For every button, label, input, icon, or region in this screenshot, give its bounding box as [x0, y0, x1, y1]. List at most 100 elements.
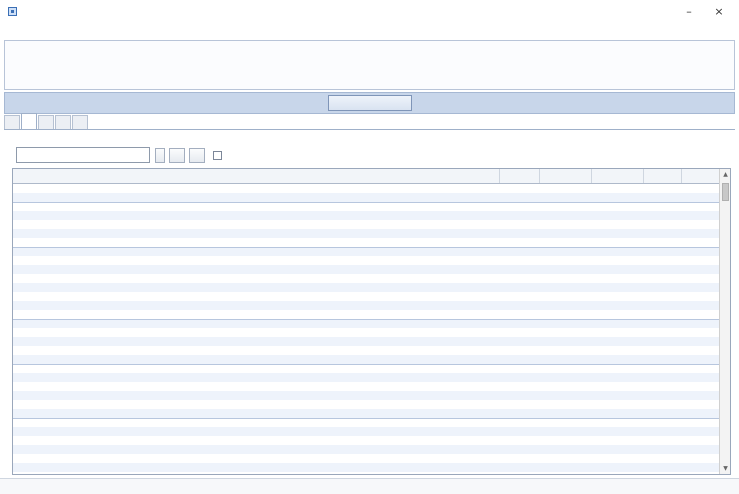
table-cell: [500, 382, 540, 391]
table-row[interactable]: [13, 292, 720, 301]
close-icon: ×: [714, 4, 724, 18]
table-cell: [592, 320, 644, 328]
table-cell: [682, 320, 720, 328]
table-cell: [644, 373, 682, 382]
table-row[interactable]: [13, 427, 720, 436]
reset-button[interactable]: [189, 147, 205, 163]
table-cell: [540, 292, 592, 301]
table-row[interactable]: [13, 436, 720, 445]
table-cell: [682, 400, 720, 409]
table-cell: [644, 454, 682, 463]
table-row[interactable]: [13, 256, 720, 265]
table-row[interactable]: [13, 337, 720, 346]
close-button[interactable]: ×: [706, 3, 732, 19]
table-cell-name: [13, 337, 500, 346]
table-cell: [682, 337, 720, 346]
table-row[interactable]: [13, 229, 720, 238]
info-panel: [4, 40, 735, 90]
filter-input[interactable]: [16, 147, 150, 163]
table-cell: [644, 328, 682, 337]
table-cell: [644, 229, 682, 238]
table-row[interactable]: [13, 238, 720, 247]
table-row[interactable]: [13, 220, 720, 229]
table-cell: [500, 310, 540, 319]
table-row[interactable]: [13, 364, 720, 373]
tab[interactable]: [55, 115, 71, 129]
table-cell-name: [13, 463, 500, 472]
table-row[interactable]: [13, 346, 720, 355]
table-row[interactable]: [13, 409, 720, 418]
table-row[interactable]: [13, 445, 720, 454]
table-row[interactable]: [13, 301, 720, 310]
table-cell-name: [13, 320, 500, 328]
table-cell: [644, 346, 682, 355]
table-cell: [592, 229, 644, 238]
table-cell: [500, 337, 540, 346]
table-cell-name: [13, 365, 500, 373]
column-header[interactable]: [500, 169, 540, 183]
table-row[interactable]: [13, 211, 720, 220]
table-row[interactable]: [13, 355, 720, 364]
main-action-button[interactable]: [327, 95, 412, 111]
table-row[interactable]: [13, 202, 720, 211]
table-cell: [592, 463, 644, 472]
menu-item[interactable]: [8, 23, 20, 37]
table-cell: [682, 382, 720, 391]
tab-active[interactable]: [21, 113, 37, 129]
title-bar: – ×: [0, 0, 739, 22]
clear-filter-button[interactable]: [155, 147, 165, 163]
tab[interactable]: [4, 115, 20, 129]
table-row[interactable]: [13, 463, 720, 472]
table-cell: [644, 310, 682, 319]
table-cell: [592, 365, 644, 373]
column-header[interactable]: [682, 169, 720, 183]
chevron-up-icon[interactable]: ▲: [720, 169, 730, 180]
table-cell-name: [13, 256, 500, 265]
table-row[interactable]: [13, 328, 720, 337]
table-cell: [540, 427, 592, 436]
table-cell: [592, 220, 644, 229]
table-row[interactable]: [13, 283, 720, 292]
column-header-name[interactable]: [13, 169, 500, 183]
table-row[interactable]: [13, 454, 720, 463]
table-cell-name: [13, 391, 500, 400]
table-row[interactable]: [13, 265, 720, 274]
table-cell: [682, 238, 720, 247]
column-header[interactable]: [644, 169, 682, 183]
menu-item[interactable]: [20, 23, 32, 37]
table-row[interactable]: [13, 391, 720, 400]
table-cell-name: [13, 203, 500, 211]
chevron-down-icon[interactable]: ▼: [720, 463, 730, 474]
table-cell: [500, 346, 540, 355]
table-cell: [500, 220, 540, 229]
table-row[interactable]: [13, 418, 720, 427]
filter-button[interactable]: [169, 147, 185, 163]
table-row[interactable]: [13, 319, 720, 328]
table-row[interactable]: [13, 373, 720, 382]
table-row[interactable]: [13, 400, 720, 409]
tab[interactable]: [38, 115, 54, 129]
menu-item[interactable]: [32, 23, 44, 37]
tab[interactable]: [72, 115, 88, 129]
table-row[interactable]: [13, 382, 720, 391]
table-row[interactable]: [13, 310, 720, 319]
table-cell: [500, 229, 540, 238]
option-checkbox[interactable]: [213, 150, 222, 160]
table-cell: [540, 436, 592, 445]
table-cell: [682, 256, 720, 265]
table-header: [13, 169, 720, 184]
table-cell: [540, 365, 592, 373]
table-row[interactable]: [13, 193, 720, 202]
table-row[interactable]: [13, 247, 720, 256]
scroll-thumb[interactable]: [722, 183, 729, 201]
minimize-button[interactable]: –: [676, 3, 702, 19]
option-checkbox-group[interactable]: [213, 150, 226, 160]
table-cell: [540, 463, 592, 472]
table-cell: [644, 248, 682, 256]
table-row[interactable]: [13, 184, 720, 193]
column-header[interactable]: [540, 169, 592, 183]
column-header[interactable]: [592, 169, 644, 183]
vertical-scrollbar[interactable]: ▲ ▼: [719, 169, 730, 474]
table-cell: [682, 220, 720, 229]
table-row[interactable]: [13, 274, 720, 283]
